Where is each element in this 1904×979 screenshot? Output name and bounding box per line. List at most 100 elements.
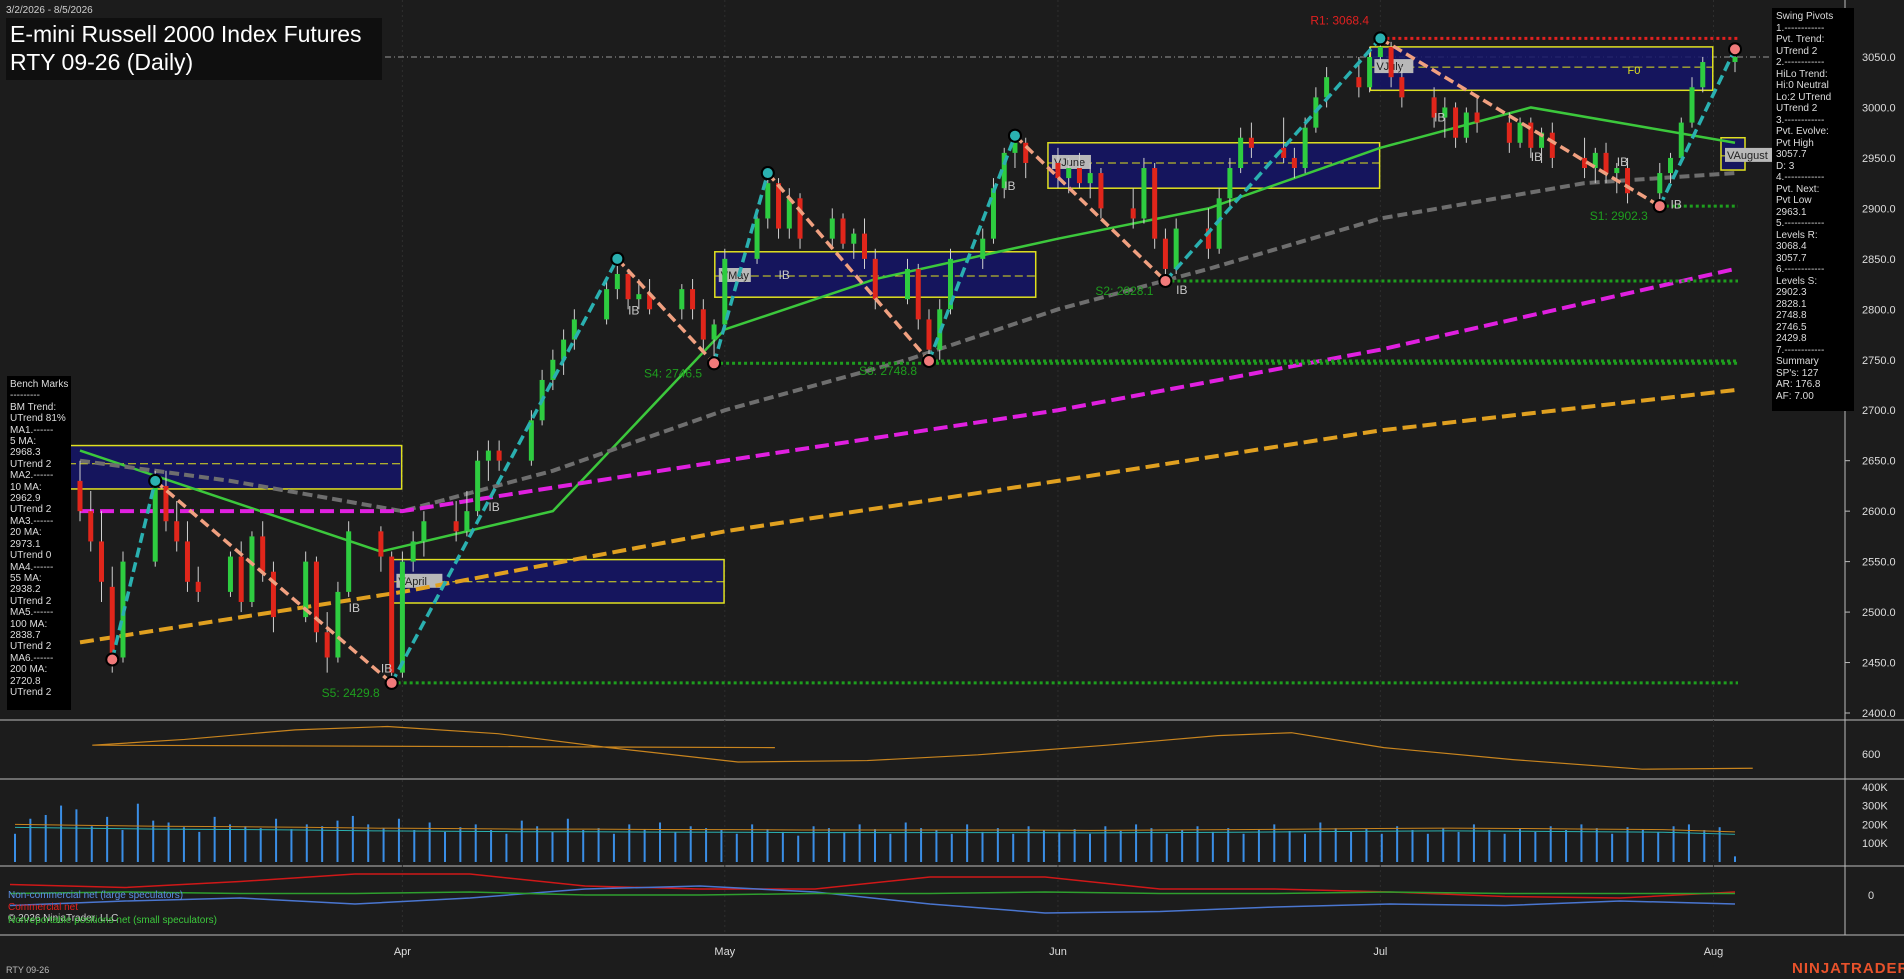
candle-body [421, 521, 427, 542]
candle-body [195, 581, 201, 592]
value-area-box [1369, 46, 1714, 92]
chart-subtitle: RTY 09-26 (Daily) [10, 49, 194, 75]
candle-body [1678, 122, 1684, 158]
bench-marks-line: 55 MA: [10, 572, 42, 584]
candle-body [690, 289, 696, 310]
candle-body [625, 273, 631, 300]
ib-marker: IB [1004, 179, 1015, 193]
candle-body [1281, 147, 1287, 158]
bench-marks-line: MA2.------ [10, 470, 54, 482]
bench-marks-panel: Bench Marks --------- BM Trend: UTrend 81% M… [7, 376, 71, 710]
swing-pivots-line: 4.------------ [1776, 172, 1825, 183]
swing-pivots-line: Pvt Low [1776, 195, 1812, 206]
swing-pivots-line: Summary [1776, 356, 1819, 367]
ib-marker: IB [779, 268, 790, 282]
candle-body [604, 289, 610, 320]
candle-body [1549, 132, 1555, 158]
level-label: S4: 2746.5 [644, 366, 702, 380]
candle-body [1076, 168, 1082, 184]
candle-body [238, 556, 244, 602]
candle-body [1098, 173, 1104, 209]
candle-body [1453, 107, 1459, 138]
legend-noncommercial: Non-commercial net (large speculators) [8, 890, 184, 901]
candle-body [1367, 57, 1373, 88]
swing-pivot-marker [1728, 42, 1742, 57]
candle-body [1087, 173, 1093, 184]
x-tick-label: Apr [394, 946, 411, 958]
candle-body [915, 268, 921, 320]
swing-pivots-line: 3.------------ [1776, 114, 1825, 126]
volume-tick-label: 400K [1862, 782, 1888, 794]
candle-body [862, 233, 868, 259]
volume-tick-label: 100K [1862, 838, 1888, 850]
bench-marks-line: 2838.7 [10, 629, 41, 641]
bench-marks-line: 2938.2 [10, 584, 41, 596]
ib-marker: IB [628, 303, 639, 317]
candle-body [335, 591, 341, 658]
level-label: S3: 2748.8 [859, 364, 917, 378]
candle-body [496, 450, 502, 461]
swing-pivots-line: D: 3 [1776, 160, 1795, 172]
volume-tick-label: 200K [1862, 819, 1888, 831]
bench-marks-line: 2962.9 [10, 493, 41, 505]
bench-marks-line: BM Trend: [10, 401, 57, 413]
y-tick-label: 2500.0 [1862, 607, 1896, 619]
instrument-label: RTY 09-26 [6, 965, 50, 975]
candle-body [1732, 57, 1738, 63]
swing-pivot-marker [1373, 31, 1388, 46]
level-label: S1: 2902.3 [1590, 209, 1648, 223]
swing-pivots-line: Pvt High [1776, 137, 1814, 149]
candle-body [840, 218, 846, 244]
swing-pivots-line: Pvt. Evolve: [1776, 126, 1829, 137]
candle-body [1474, 112, 1480, 123]
level-label: S5: 2429.8 [322, 686, 380, 700]
swing-pivot-marker [1007, 128, 1022, 143]
chart-canvas[interactable]: 2400.0 2450.0 2500.0 2550.0 2600.0 2650.0 2700… [0, 0, 1904, 979]
candle-body [700, 309, 706, 340]
candle-body [1377, 46, 1383, 57]
candle-body [1055, 162, 1061, 179]
candle-body [475, 460, 481, 512]
candle-body [77, 480, 83, 512]
candle-body [453, 521, 459, 532]
swing-pivots-line: 2963.1 [1776, 206, 1807, 218]
ib-marker: IB [1434, 111, 1445, 125]
bench-marks-line: 20 MA: [10, 527, 42, 539]
swing-pivot-marker [760, 166, 775, 181]
x-tick-label: Jul [1373, 946, 1387, 958]
y-tick-label: 2400.0 [1862, 708, 1896, 720]
candle-body [485, 450, 491, 461]
candle-body [614, 273, 620, 290]
swing-pivot-marker [148, 473, 163, 488]
candle-body [260, 536, 266, 572]
candle-body [1517, 122, 1523, 143]
bench-marks-line: 5 MA: [10, 436, 37, 448]
swing-pivots-line: HiLo Trend: [1776, 68, 1828, 80]
swing-pivots-line: 2828.1 [1776, 298, 1807, 310]
candle-body [1130, 208, 1136, 219]
level-label: S2: 2828.1 [1095, 284, 1153, 298]
swing-pivots-line: 2746.5 [1776, 321, 1807, 333]
candle-body [1291, 157, 1297, 169]
ib-marker: IB [1176, 283, 1187, 297]
swing-pivots-line: AR: 176.8 [1776, 379, 1821, 390]
swing-pivot-marker [384, 675, 399, 690]
candle-body [98, 541, 104, 582]
candle-body [797, 198, 803, 239]
candle-body [88, 511, 94, 542]
bench-marks-line: 200 MA: [10, 664, 48, 676]
y-tick-label: 2800.0 [1862, 304, 1896, 316]
candle-body [346, 531, 352, 592]
candle-body [174, 521, 180, 542]
bench-marks-line: 100 MA: [10, 618, 48, 630]
candle-body [1173, 228, 1179, 269]
candle-body [754, 218, 760, 259]
candle-body [1141, 168, 1147, 219]
y-tick-label: 3050.0 [1862, 52, 1896, 64]
y-tick-label: 2850.0 [1862, 254, 1896, 266]
swing-pivots-line: Swing Pivots [1776, 11, 1834, 22]
swing-pivots-line: UTrend 2 [1776, 45, 1818, 57]
bench-marks-line: --------- [10, 390, 40, 402]
candle-body [378, 531, 384, 557]
candle-body [1227, 168, 1233, 199]
